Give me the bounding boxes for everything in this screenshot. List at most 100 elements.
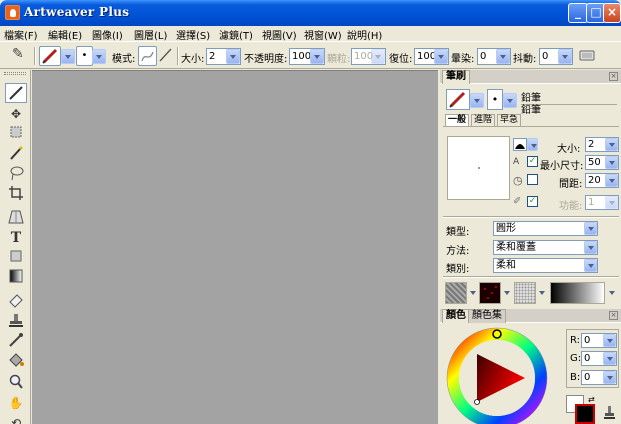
close-button[interactable]: × xyxy=(603,3,621,23)
zoom-tool[interactable] xyxy=(5,373,27,393)
method-label: 方法: xyxy=(446,246,470,257)
gradient-dropdown[interactable] xyxy=(606,286,615,301)
tab-color[interactable]: 顏色 xyxy=(442,309,470,323)
jitter-dropdown[interactable] xyxy=(558,49,572,64)
spacing-dropdown[interactable] xyxy=(605,174,618,187)
text-tool[interactable]: T xyxy=(5,228,27,248)
close-icon[interactable]: × xyxy=(609,311,618,320)
mode-freehand-button[interactable] xyxy=(138,46,157,66)
gradient-tool[interactable] xyxy=(5,267,27,287)
stamp-tool[interactable] xyxy=(5,311,27,331)
menu-window[interactable]: 視窗(W) xyxy=(304,27,342,42)
grain-texture-dropdown[interactable] xyxy=(536,286,545,301)
function-dropdown xyxy=(605,196,618,209)
mode-straight-button[interactable] xyxy=(158,46,173,66)
toolbox-grip[interactable] xyxy=(4,72,26,75)
min-size-dropdown[interactable] xyxy=(605,156,618,169)
opacity-label: 不透明度: xyxy=(244,54,288,65)
hand-tool[interactable]: ✋ xyxy=(5,393,27,413)
brush-size-dropdown[interactable] xyxy=(605,138,618,151)
size-dropdown[interactable] xyxy=(226,49,240,64)
function-checkbox[interactable]: ✓ xyxy=(527,196,538,207)
min-size-field[interactable]: 50 xyxy=(585,155,619,170)
menu-edit[interactable]: 編輯(E) xyxy=(48,27,82,42)
class-dropdown[interactable] xyxy=(584,259,597,272)
tab-general[interactable]: 一般 xyxy=(445,114,470,126)
brush-shape-button[interactable] xyxy=(513,138,527,151)
canvas-area[interactable] xyxy=(32,70,438,424)
tab-expression[interactable]: 早急 xyxy=(497,114,522,126)
shape-tool[interactable] xyxy=(5,247,27,267)
brush-tip-dropdown[interactable] xyxy=(92,49,106,64)
g-dropdown[interactable] xyxy=(603,352,616,365)
class-select[interactable]: 柔和 xyxy=(493,258,598,273)
color-wheel[interactable] xyxy=(445,326,549,424)
class-label: 類別: xyxy=(446,264,470,275)
tab-advanced[interactable]: 進階 xyxy=(471,114,496,126)
jitter-field[interactable]: 0 xyxy=(539,48,573,65)
brush-variant-dropdown[interactable] xyxy=(503,93,517,108)
brush-category-button[interactable] xyxy=(446,89,470,110)
brush-category-dropdown[interactable] xyxy=(470,93,484,108)
eyedropper-tool[interactable] xyxy=(5,331,27,351)
tablet-settings-button[interactable] xyxy=(578,46,596,66)
method-select[interactable]: 柔和覆蓋 xyxy=(493,240,598,255)
paper-texture-button[interactable] xyxy=(445,282,467,304)
recovery-field[interactable]: 100 xyxy=(414,48,449,65)
brush-size-field[interactable]: 2 xyxy=(585,137,619,152)
bleed-field[interactable]: 0 xyxy=(477,48,511,65)
rect-select-tool[interactable] xyxy=(5,123,27,143)
crop-tool[interactable] xyxy=(5,184,27,204)
type-dropdown[interactable] xyxy=(584,222,597,235)
grain-texture-button[interactable] xyxy=(514,282,536,304)
foreground-color-swatch[interactable] xyxy=(575,404,595,424)
opacity-dropdown[interactable] xyxy=(310,49,324,64)
spacing-checkbox[interactable] xyxy=(527,174,538,185)
magic-wand-tool[interactable] xyxy=(5,144,27,164)
method-dropdown[interactable] xyxy=(584,241,597,254)
pattern-dropdown[interactable] xyxy=(501,286,510,301)
brush-preset-dropdown[interactable] xyxy=(61,49,75,64)
recovery-dropdown[interactable] xyxy=(434,49,448,64)
menu-select[interactable]: 選擇(S) xyxy=(176,27,210,42)
g-field[interactable]: 0 xyxy=(581,351,617,366)
menu-image[interactable]: 圖像(I) xyxy=(92,27,123,42)
menu-help[interactable]: 說明(H) xyxy=(347,27,382,42)
tab-brush[interactable]: 筆刷 xyxy=(442,70,470,84)
brush-variant-button[interactable]: • xyxy=(487,89,503,110)
close-icon[interactable]: × xyxy=(609,72,618,81)
eraser-tool[interactable] xyxy=(5,290,27,310)
perspective-tool[interactable] xyxy=(5,208,27,228)
pattern-button[interactable] xyxy=(479,282,501,304)
crop-icon xyxy=(9,186,23,200)
move-tool[interactable]: ✥ xyxy=(5,104,27,124)
gradient-preview-button[interactable] xyxy=(550,282,605,304)
menu-filter[interactable]: 濾鏡(T) xyxy=(219,27,253,42)
menu-file[interactable]: 檔案(F) xyxy=(4,27,38,42)
minimize-button[interactable]: _ xyxy=(568,3,588,23)
tab-color-set[interactable]: 顏色集 xyxy=(468,309,506,323)
min-size-checkbox[interactable]: ✓ xyxy=(527,156,538,167)
r-field[interactable]: 0 xyxy=(581,333,617,348)
size-field[interactable]: 2 xyxy=(206,48,241,65)
brush-tip-button[interactable]: • xyxy=(76,46,93,66)
swap-colors-icon[interactable]: ⇄ xyxy=(588,395,595,404)
lasso-tool[interactable] xyxy=(5,164,27,184)
brush-shape-dropdown[interactable] xyxy=(527,138,538,151)
opacity-field[interactable]: 100 xyxy=(289,48,325,65)
fill-tool[interactable] xyxy=(5,351,27,371)
bleed-dropdown[interactable] xyxy=(496,49,510,64)
pencil-tool[interactable] xyxy=(5,83,27,103)
b-field[interactable]: 0 xyxy=(581,370,617,385)
r-dropdown[interactable] xyxy=(603,334,616,347)
paper-texture-dropdown[interactable] xyxy=(467,286,476,301)
spacing-field[interactable]: 20 xyxy=(585,173,619,188)
rotate-tool[interactable]: ⟲ xyxy=(5,413,27,424)
b-dropdown[interactable] xyxy=(603,371,616,384)
menu-view[interactable]: 視圖(V) xyxy=(262,27,297,42)
brush-preset-button[interactable] xyxy=(39,46,61,66)
g-label: G: xyxy=(570,353,582,364)
menu-layer[interactable]: 圖層(L) xyxy=(134,27,167,42)
stamp-icon[interactable] xyxy=(602,405,617,421)
type-select[interactable]: 圓形 xyxy=(493,221,598,236)
